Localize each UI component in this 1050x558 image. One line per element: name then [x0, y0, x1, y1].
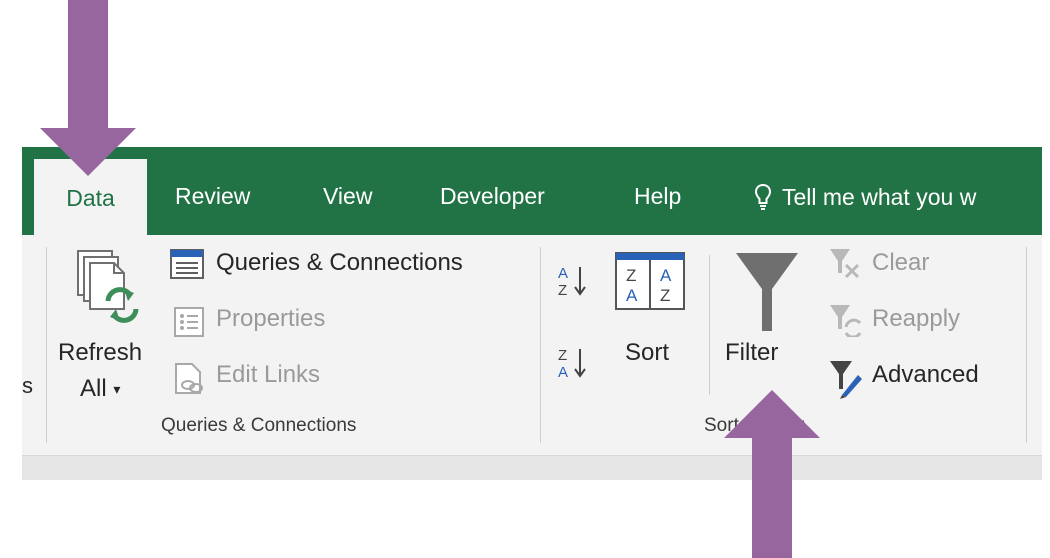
svg-text:A: A — [558, 265, 568, 282]
tab-review[interactable]: Review — [175, 183, 250, 210]
edit-links-button[interactable]: Edit Links — [216, 361, 320, 389]
properties-button[interactable]: Properties — [216, 305, 325, 333]
tab-view[interactable]: View — [323, 183, 372, 210]
refresh-all-button[interactable] — [74, 249, 146, 334]
sort-ascending-icon: A Z — [558, 265, 586, 299]
tell-me-search[interactable]: Tell me what you w — [754, 183, 976, 211]
group-separator — [1026, 247, 1027, 443]
sort-icon: Z A A Z — [615, 252, 685, 310]
reapply-icon — [828, 303, 864, 342]
lightbulb-icon — [754, 183, 772, 210]
advanced-filter-icon — [828, 359, 864, 404]
refresh-all-label-line1[interactable]: Refresh — [58, 339, 142, 367]
edit-links-icon — [174, 363, 204, 400]
filter-button[interactable] — [734, 251, 800, 340]
tell-me-label: Tell me what you w — [782, 183, 977, 210]
refresh-all-label-line2[interactable]: All ▾ — [80, 375, 120, 403]
sort-descending-icon: Z A — [558, 347, 586, 381]
properties-icon — [174, 307, 204, 342]
ribbon-body: s Refresh All ▾ Queries & Connections Pr… — [22, 235, 1042, 455]
tab-data-label: Data — [66, 184, 115, 211]
sort-a-to-z-button[interactable]: A Z — [556, 263, 590, 304]
clear-filter-icon — [828, 247, 862, 286]
svg-text:Z: Z — [558, 282, 567, 299]
refresh-all-label: All — [80, 375, 107, 402]
inner-separator — [709, 255, 710, 395]
queries-connections-button[interactable]: Queries & Connections — [216, 249, 463, 277]
svg-text:Z: Z — [626, 266, 636, 285]
sort-z-to-a-button[interactable]: Z A — [556, 345, 590, 386]
funnel-icon — [736, 253, 798, 331]
previous-group-label-fragment: s — [22, 373, 33, 398]
svg-text:Z: Z — [558, 347, 567, 364]
clear-button[interactable]: Clear — [872, 249, 929, 277]
refresh-all-icon — [77, 250, 139, 323]
reapply-button[interactable]: Reapply — [872, 305, 960, 333]
sort-button[interactable]: Z A A Z — [614, 251, 686, 316]
tab-help[interactable]: Help — [634, 183, 681, 210]
group-separator — [540, 247, 541, 443]
annotation-arrow-down — [40, 0, 136, 176]
filter-label[interactable]: Filter — [725, 339, 778, 367]
svg-text:A: A — [660, 266, 672, 285]
tab-developer[interactable]: Developer — [440, 183, 545, 210]
group-separator — [46, 247, 47, 443]
annotation-arrow-up — [724, 390, 820, 558]
queries-connections-group-label: Queries & Connections — [161, 415, 357, 436]
svg-text:Z: Z — [660, 286, 670, 305]
chevron-down-icon: ▾ — [113, 381, 121, 398]
ribbon-tab-bar: Data Review View Developer Help Tell me … — [22, 147, 1042, 235]
svg-text:A: A — [626, 286, 638, 305]
sort-label[interactable]: Sort — [625, 339, 669, 367]
advanced-button[interactable]: Advanced — [872, 361, 979, 389]
ribbon-bottom-strip — [22, 455, 1042, 480]
queries-connections-icon — [170, 249, 204, 284]
svg-text:A: A — [558, 364, 568, 381]
excel-ribbon: Data Review View Developer Help Tell me … — [22, 147, 1042, 480]
